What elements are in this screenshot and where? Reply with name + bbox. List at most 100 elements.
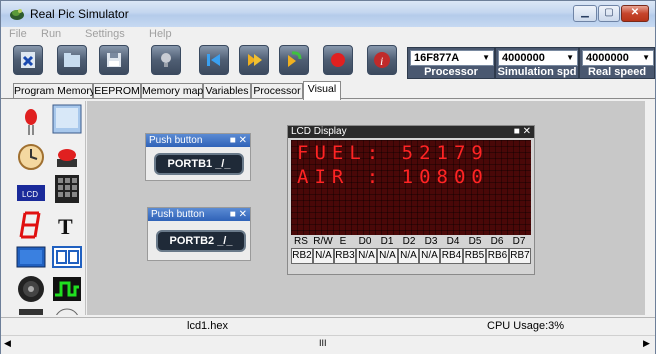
portb1-button[interactable]: PORTB1 _/_ [154,153,244,175]
pin-label-d5: D5 [468,236,482,247]
pin-value-d7[interactable]: RB7 [509,248,531,264]
processor-select[interactable]: 16F877A ▼ [410,50,494,66]
run-icon [248,54,262,66]
window-controls-icon[interactable]: ■ ✕ [230,208,247,221]
tab-bar: Program Memory EEPROM Memory map Variabl… [1,81,655,100]
push-button-title-2[interactable]: Push button ■ ✕ [148,208,250,221]
pin-value-d2[interactable]: N/A [398,248,419,264]
push-button-icon[interactable] [51,141,83,173]
chevron-down-icon: ▼ [642,53,650,62]
pin-value-d3[interactable]: N/A [419,248,440,264]
scroll-grip[interactable]: III [319,338,327,348]
info-icon: i [374,52,390,68]
led-icon[interactable] [15,105,47,137]
lcd-text-icon[interactable]: LCD [15,177,47,209]
monitor-icon[interactable] [15,241,47,273]
step-back-button[interactable] [199,45,229,75]
step-back-icon [207,54,220,66]
menu-file[interactable]: File [9,28,27,40]
tab-variables[interactable]: Variables [203,83,251,99]
pin-label-d1: D1 [380,236,394,247]
light-button[interactable] [151,45,181,75]
component-palette: LCD T [11,101,86,315]
push-button-title-1[interactable]: Push button ■ ✕ [146,134,250,147]
minimize-button[interactable]: ▁ [573,5,597,22]
pin-value-d0[interactable]: N/A [356,248,377,264]
window-controls-icon[interactable]: ■ ✕ [514,126,531,138]
real-speed-select[interactable]: 4000000 ▼ [582,50,654,66]
pin-value-d6[interactable]: RB6 [486,248,509,264]
menu-run[interactable]: Run [41,28,61,40]
tab-memory-map[interactable]: Memory map [141,83,203,99]
portb2-button[interactable]: PORTB2 _/_ [156,230,246,252]
info-button[interactable]: i [367,45,397,75]
maximize-icon: ▢ [604,7,614,18]
tab-processor[interactable]: Processor [251,83,303,99]
oscilloscope-icon[interactable] [51,273,83,305]
step-into-icon [288,51,302,67]
push-button-window-2[interactable]: Push button ■ ✕ PORTB2 _/_ [147,207,251,261]
status-bar: lcd1.hex CPU Usage:3% [1,317,655,336]
visual-workspace[interactable]: Push button ■ ✕ PORTB1 _/_ Push button ■… [87,101,645,315]
speaker-icon[interactable] [15,273,47,305]
title-bar[interactable]: Real Pic Simulator ▁ ▢ ✕ [1,1,655,28]
tab-eeprom[interactable]: EEPROM [93,83,141,99]
pin-value-d4[interactable]: RB4 [440,248,463,264]
lcd-panel-icon[interactable] [51,103,83,135]
pin-value-rw[interactable]: N/A [313,248,334,264]
open-folder-icon [64,53,80,67]
close-file-button[interactable] [13,45,43,75]
tab-program-memory[interactable]: Program Memory [13,83,95,99]
real-speed-group: 4000000 ▼ Real speed [579,47,655,79]
toolbar: i 16F877A ▼ Processor 4000000 ▼ Simulati… [1,43,655,79]
pin-value-e[interactable]: RB3 [334,248,356,264]
scroll-left-icon[interactable]: ◀ [4,338,11,349]
close-button[interactable]: ✕ [621,5,649,22]
open-button[interactable] [57,45,87,75]
close-file-icon [21,52,35,68]
window-title: Real Pic Simulator [30,7,129,21]
svg-text:T: T [58,214,73,239]
pin-label-d7: D7 [512,236,526,247]
horizontal-scrollbar[interactable]: ◀ III ▶ [1,335,655,354]
pin-value-d1[interactable]: N/A [377,248,398,264]
processor-group: 16F877A ▼ Processor [407,47,495,79]
pin-label-d4: D4 [446,236,460,247]
scroll-right-icon[interactable]: ▶ [643,338,650,349]
pin-label-rw: R/W [313,236,333,247]
text-tool-icon[interactable]: T [51,209,83,241]
sim-speed-select[interactable]: 4000000 ▼ [498,50,578,66]
minimize-icon: ▁ [581,7,589,18]
seven-segment-icon[interactable] [15,209,47,241]
lcd-display-window[interactable]: LCD Display ■ ✕ FUEL: 52179 AIR : 10800 … [287,125,535,275]
menu-help[interactable]: Help [149,28,172,40]
menu-settings[interactable]: Settings [85,28,125,40]
pin-label-rs: RS [294,236,308,247]
save-button[interactable] [99,45,129,75]
gauge-icon[interactable] [51,305,83,315]
clock-icon[interactable] [15,141,47,173]
sim-speed-group: 4000000 ▼ Simulation spd [495,47,579,79]
dual-box-icon[interactable] [51,241,83,273]
maximize-button[interactable]: ▢ [598,5,620,22]
lcd-display-title[interactable]: LCD Display ■ ✕ [288,126,534,138]
push-button-window-1[interactable]: Push button ■ ✕ PORTB1 _/_ [145,133,251,181]
tab-visual[interactable]: Visual [303,81,341,100]
run-button[interactable] [239,45,269,75]
chevron-down-icon: ▼ [482,53,490,62]
svg-text:i: i [380,54,383,68]
keypad-icon[interactable] [51,173,83,205]
chip-icon[interactable] [15,305,47,315]
chevron-down-icon: ▼ [566,53,574,62]
lightbulb-icon [161,53,171,67]
lcd-line-2: AIR : 10800 [297,166,489,188]
svg-text:LCD: LCD [22,190,38,199]
lcd-line-1: FUEL: 52179 [297,142,489,164]
step-into-button[interactable] [279,45,309,75]
pin-value-d5[interactable]: RB5 [463,248,486,264]
pin-label-e: E [339,236,347,247]
window-controls-icon[interactable]: ■ ✕ [230,134,247,147]
stop-button[interactable] [323,45,353,75]
pin-value-rs[interactable]: RB2 [291,248,313,264]
save-icon [107,53,121,67]
